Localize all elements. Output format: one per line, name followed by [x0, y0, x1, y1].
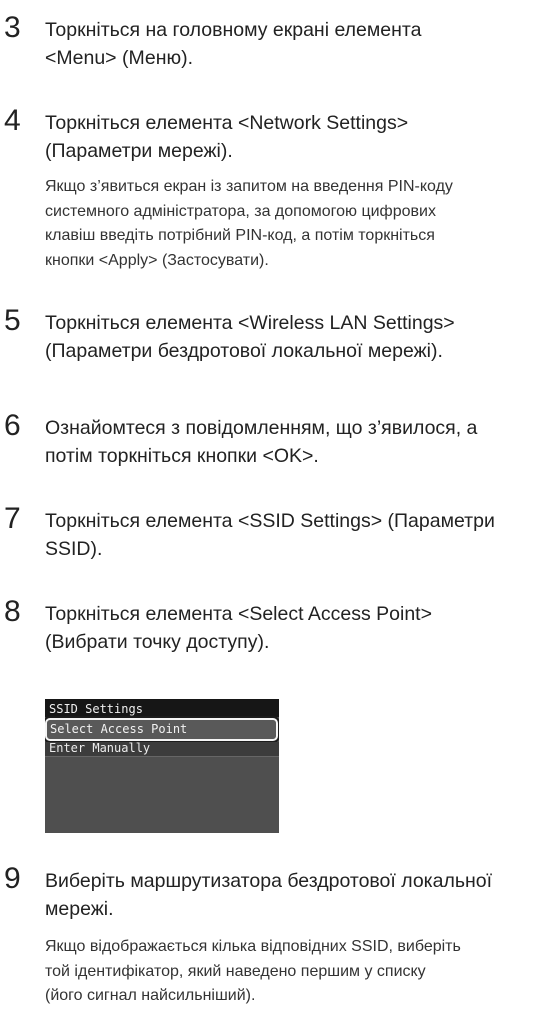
device-screen: SSID Settings Select Access Point Enter … [45, 699, 279, 833]
step-number: 6 [4, 409, 21, 442]
note-line: системного адміністратора, за допомогою … [45, 202, 436, 220]
step-text: Торкніться елемента <Network Settings> (… [45, 109, 408, 165]
step-number: 3 [4, 11, 21, 44]
step-text-line: <Menu> (Меню). [45, 47, 194, 69]
note-line: Якщо відображається кілька відповідних S… [45, 938, 461, 955]
step-number: 8 [4, 595, 21, 628]
step-text-line: Торкніться елемента <Network Settings> [45, 112, 409, 134]
step-number: 7 [4, 502, 21, 535]
step-text: Торкніться елемента <Wireless LAN Settin… [45, 309, 455, 365]
step-text-line: Ознайомтеся з повідомленням, що з’явилос… [45, 417, 478, 439]
step-text-line: Торкніться на головному екрані елемента [45, 19, 422, 41]
step-text: Торкніться на головному екрані елемента … [45, 16, 421, 72]
step-text: Торкніться елемента <SSID Settings> (Пар… [45, 507, 495, 563]
step-number: 4 [4, 104, 21, 137]
step-text-line: SSID). [45, 538, 103, 560]
step-number: 5 [4, 304, 21, 337]
note-line: Якщо з’явиться екран із запитом на введе… [45, 178, 453, 195]
step-number: 9 [4, 862, 21, 895]
step-text-line: (Параметри бездротової локальної мережі)… [45, 340, 443, 362]
note-line: кнопки <Apply> (Застосувати). [45, 251, 269, 269]
step-text-line: потім торкніться кнопки <OK>. [45, 445, 319, 467]
step-text-line: Торкніться елемента <Select Access Point… [45, 603, 432, 625]
step-text-line: Торкніться елемента <Wireless LAN Settin… [45, 312, 455, 334]
step-text: Торкніться елемента <Select Access Point… [45, 600, 432, 656]
note-line: (його сигнал найсильніший). [45, 987, 256, 1004]
divider [45, 756, 279, 757]
step-text: Ознайомтеся з повідомленням, що з’явилос… [45, 414, 477, 470]
note-line: клавіш введіть потрібний PIN-код, а поті… [45, 227, 435, 244]
step-text-line: (Вибрати точку доступу). [45, 631, 270, 653]
step-text-line: мережі. [45, 898, 114, 920]
screen-title: SSID Settings [45, 699, 279, 717]
step-note: Якщо з’явиться екран із запитом на введе… [45, 175, 453, 273]
enter-manually-item[interactable]: Enter Manually [45, 742, 279, 756]
step-text: Виберіть маршрутизатора бездротової лока… [45, 867, 492, 923]
step-text-line: Виберіть маршрутизатора бездротової лока… [45, 870, 493, 892]
step-text-line: Торкніться елемента <SSID Settings> (Пар… [45, 510, 495, 532]
select-access-point-item[interactable]: Select Access Point [45, 718, 278, 741]
step-text-line: (Параметри мережі). [45, 140, 233, 162]
note-line: той ідентифікатор, який наведено першим … [45, 962, 426, 980]
step-note: Якщо відображається кілька відповідних S… [45, 935, 461, 1009]
